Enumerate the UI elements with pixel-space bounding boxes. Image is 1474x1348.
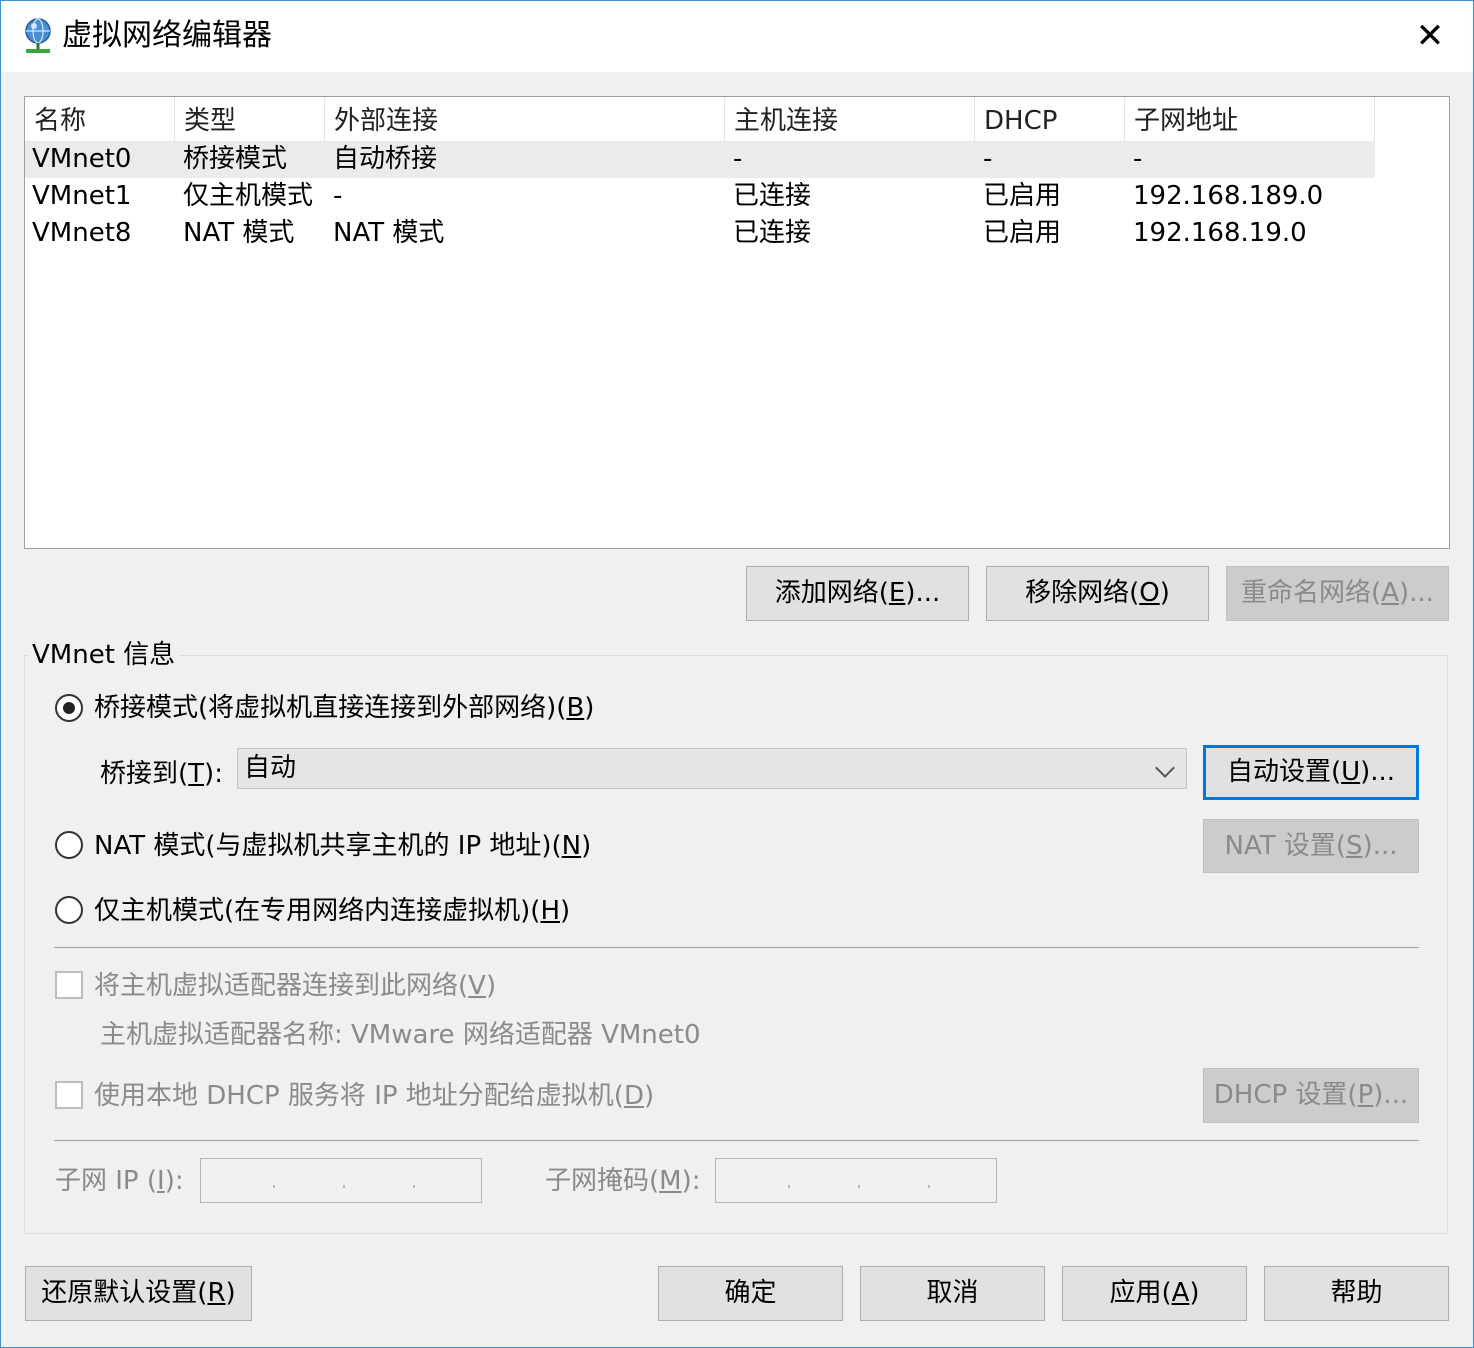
- column-header-subnet[interactable]: 子网地址: [1125, 97, 1375, 141]
- remove-network-button[interactable]: 移除网络(O): [986, 566, 1209, 621]
- chevron-down-icon: [1155, 758, 1175, 778]
- cell-type: 桥接模式: [183, 144, 288, 174]
- cell-host: 已连接: [733, 218, 812, 248]
- column-header-external[interactable]: 外部连接: [325, 97, 725, 141]
- add-network-button[interactable]: 添加网络(E)...: [746, 566, 969, 621]
- table-row[interactable]: VMnet1 仅主机模式 - 已连接 已启用 192.168.189.0: [25, 178, 1375, 215]
- column-header-name[interactable]: 名称: [25, 97, 175, 141]
- subnet-mask-label: 子网掩码(M):: [545, 1166, 701, 1196]
- rename-network-button[interactable]: 重命名网络(A)...: [1226, 566, 1449, 621]
- cell-external: 自动桥接: [333, 144, 438, 174]
- dhcp-settings-button[interactable]: DHCP 设置(P)...: [1203, 1068, 1419, 1123]
- cell-name: VMnet8: [32, 218, 132, 248]
- divider: [54, 1140, 1419, 1141]
- table-row[interactable]: VMnet0 桥接模式 自动桥接 - - -: [25, 141, 1375, 178]
- column-header-type[interactable]: 类型: [175, 97, 325, 141]
- cell-host: 已连接: [733, 181, 812, 211]
- subnet-mask-input[interactable]: [715, 1158, 997, 1203]
- cell-subnet: -: [1133, 144, 1143, 174]
- bridged-mode-radio[interactable]: [55, 694, 83, 722]
- use-dhcp-checkbox[interactable]: [55, 1081, 83, 1109]
- cell-subnet: 192.168.189.0: [1133, 181, 1324, 211]
- restore-defaults-button[interactable]: 还原默认设置(R): [25, 1266, 252, 1321]
- cell-name: VMnet1: [32, 181, 132, 211]
- apply-button[interactable]: 应用(A): [1062, 1266, 1247, 1321]
- divider: [54, 947, 1419, 948]
- cell-external: NAT 模式: [333, 218, 445, 248]
- bridge-to-select[interactable]: 自动: [237, 748, 1187, 789]
- vmnet-info-group: [24, 655, 1448, 1234]
- nat-settings-button[interactable]: NAT 设置(S)...: [1203, 819, 1419, 873]
- column-header-host[interactable]: 主机连接: [725, 97, 975, 141]
- cell-host: -: [733, 144, 743, 174]
- cell-external: -: [333, 181, 343, 211]
- bridged-mode-label[interactable]: 桥接模式(将虚拟机直接连接到外部网络)(B): [94, 690, 594, 726]
- use-dhcp-label[interactable]: 使用本地 DHCP 服务将 IP 地址分配给虚拟机(D): [94, 1078, 654, 1114]
- cell-dhcp: -: [983, 144, 993, 174]
- nat-mode-label[interactable]: NAT 模式(与虚拟机共享主机的 IP 地址)(N): [94, 828, 591, 864]
- window-title: 虚拟网络编辑器: [62, 18, 272, 53]
- help-button[interactable]: 帮助: [1264, 1266, 1449, 1321]
- subnet-ip-input[interactable]: [200, 1158, 482, 1203]
- bridge-to-label: 桥接到(T):: [100, 759, 223, 789]
- cell-type: 仅主机模式: [183, 181, 314, 211]
- vmnet-info-label: VMnet 信息: [28, 636, 180, 674]
- cell-dhcp: 已启用: [983, 218, 1062, 248]
- auto-settings-button[interactable]: 自动设置(U)...: [1203, 745, 1419, 800]
- network-list[interactable]: 名称 类型 外部连接 主机连接 DHCP 子网地址 VMnet0 桥接模式 自动…: [24, 96, 1450, 549]
- host-only-radio[interactable]: [55, 896, 83, 924]
- table-row[interactable]: VMnet8 NAT 模式 NAT 模式 已连接 已启用 192.168.19.…: [25, 215, 1375, 252]
- connect-adapter-checkbox[interactable]: [55, 971, 83, 999]
- network-globe-icon: [25, 18, 51, 53]
- cell-dhcp: 已启用: [983, 181, 1062, 211]
- column-header-dhcp[interactable]: DHCP: [975, 97, 1125, 141]
- cell-type: NAT 模式: [183, 218, 295, 248]
- host-only-label[interactable]: 仅主机模式(在专用网络内连接虚拟机)(H): [94, 893, 570, 929]
- ok-button[interactable]: 确定: [658, 1266, 843, 1321]
- connect-adapter-label[interactable]: 将主机虚拟适配器连接到此网络(V): [94, 968, 496, 1004]
- bridge-to-value: 自动: [244, 753, 297, 783]
- cell-subnet: 192.168.19.0: [1133, 218, 1307, 248]
- close-icon[interactable]: ✕: [1404, 14, 1456, 58]
- cell-name: VMnet0: [32, 144, 132, 174]
- nat-mode-radio[interactable]: [55, 831, 83, 859]
- cancel-button[interactable]: 取消: [860, 1266, 1045, 1321]
- adapter-name-text: 主机虚拟适配器名称: VMware 网络适配器 VMnet0: [100, 1020, 701, 1050]
- subnet-ip-label: 子网 IP (I):: [55, 1166, 184, 1196]
